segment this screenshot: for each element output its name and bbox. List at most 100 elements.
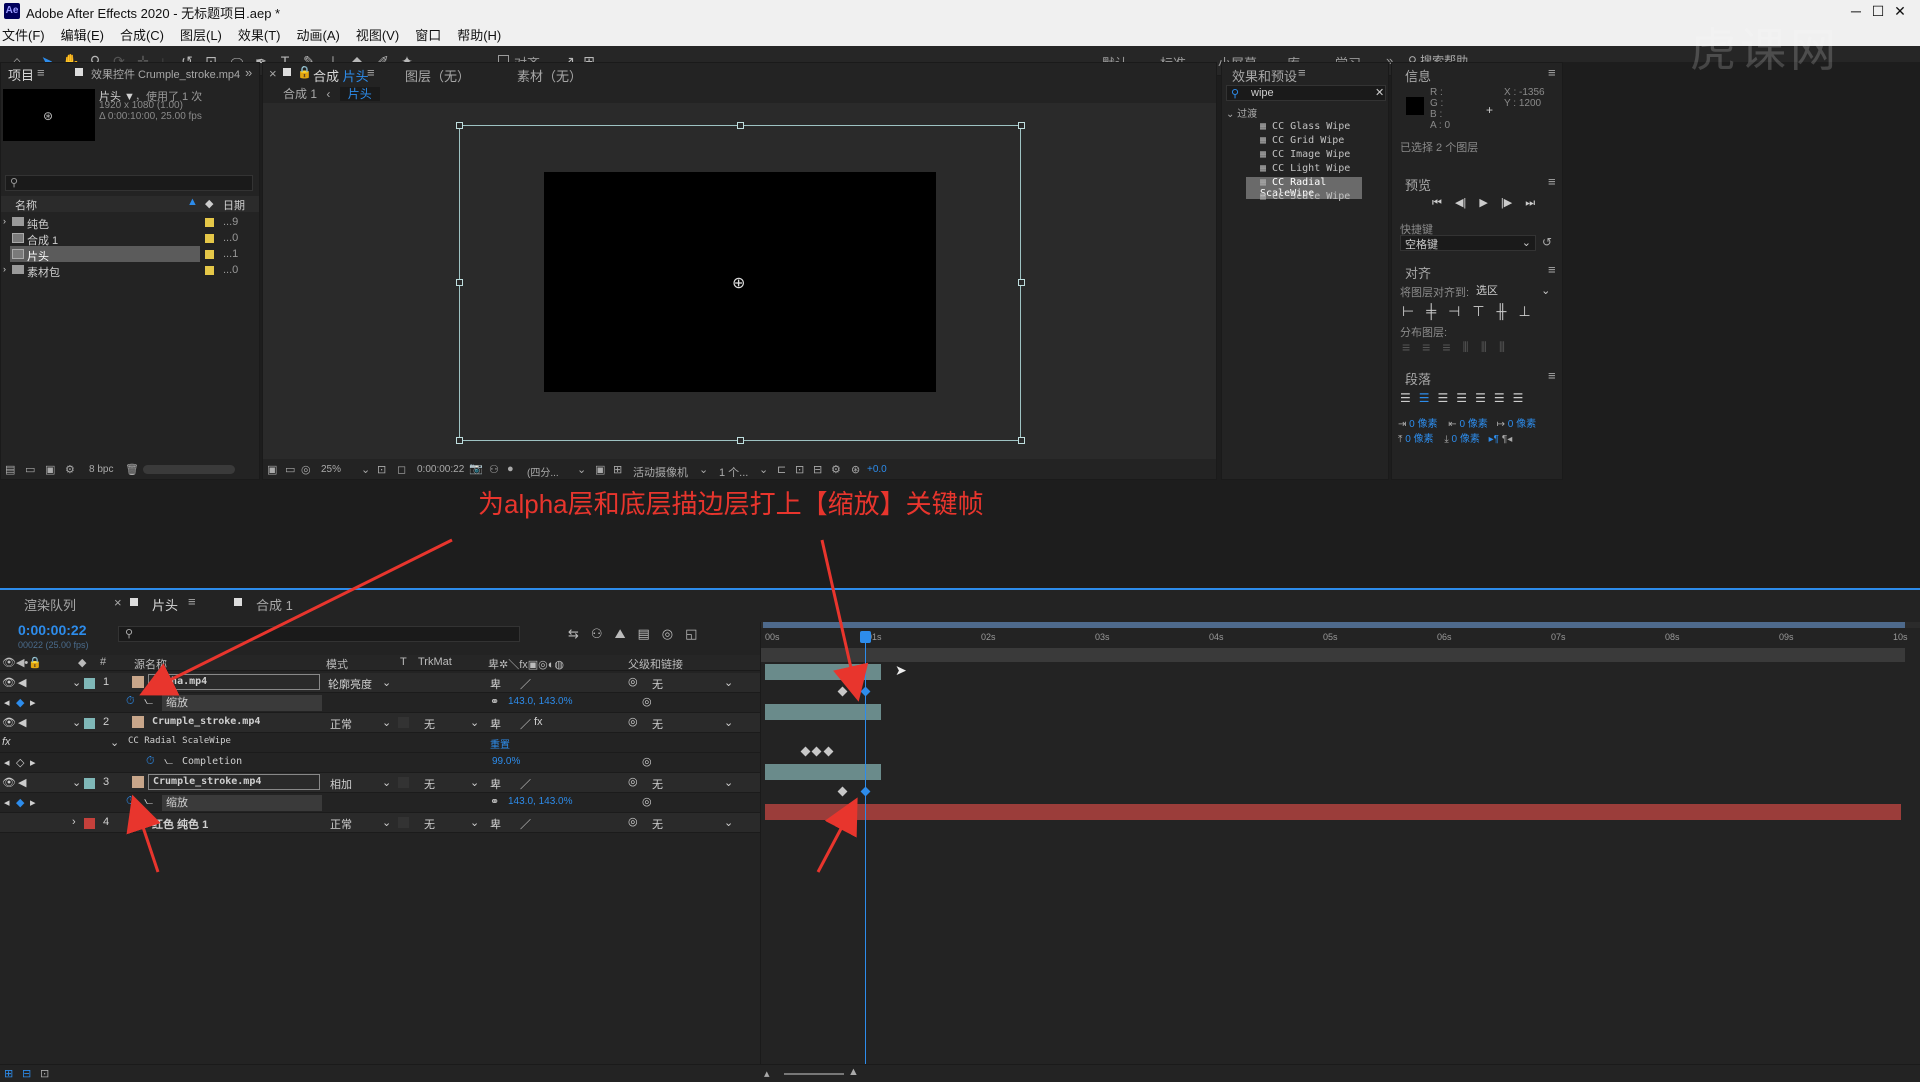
chevron-down-icon[interactable]: ⌄: [699, 463, 708, 476]
shy-layers-icon[interactable]: ⛰: [615, 626, 638, 641]
menu-composition[interactable]: 合成(C): [120, 25, 164, 44]
last-frame-icon[interactable]: ⏭: [1525, 197, 1535, 209]
effect-preset-item[interactable]: ▦ CC Light Wipe: [1260, 163, 1350, 174]
project-item-assets[interactable]: › 素材包 ...0: [1, 262, 259, 281]
sort-ascending-icon[interactable]: ▲: [187, 196, 198, 208]
layer-label-color[interactable]: [84, 718, 95, 729]
property-row-completion[interactable]: ◂ ◇ ▸ ⏱ ⦦ Completion 99.0% ◎: [0, 753, 760, 773]
para-justify-right-icon[interactable]: ☰: [1494, 391, 1513, 405]
blend-mode-dropdown[interactable]: 相加: [330, 776, 352, 792]
rtl-direction-icon[interactable]: ¶◂: [1502, 434, 1512, 445]
stopwatch-icon[interactable]: ⏱: [126, 695, 135, 708]
blend-mode-dropdown[interactable]: 正常: [330, 716, 352, 732]
bbox-handle[interactable]: [456, 122, 463, 129]
timeline-menu-icon[interactable]: ≡: [188, 594, 196, 609]
quality-switch-icon[interactable]: ／: [520, 716, 531, 732]
para-right-icon[interactable]: ☰: [1438, 391, 1457, 405]
indent-first-value[interactable]: 0 像素: [1508, 419, 1536, 430]
zoom-out-icon[interactable]: ▴: [764, 1067, 770, 1080]
bbox-handle[interactable]: [737, 437, 744, 444]
layer-search-input[interactable]: ⚲: [118, 626, 520, 642]
constrain-proportions-icon[interactable]: ⚭: [490, 795, 499, 808]
time-graph[interactable]: 00s 01s 02s 03s 04s 05s 06s 07s 08s 09s …: [760, 622, 1920, 1082]
space-before-px[interactable]: 0 像素: [1405, 434, 1433, 445]
bbox-handle[interactable]: [1018, 437, 1025, 444]
menu-animation[interactable]: 动画(A): [297, 25, 340, 44]
space-before-value[interactable]: 0 像素: [1459, 419, 1487, 430]
av-features-icon[interactable]: 👁◀•🔒: [2, 656, 42, 669]
layer-bar-2[interactable]: [765, 704, 881, 720]
parent-dropdown[interactable]: 无: [652, 676, 663, 692]
para-center-icon[interactable]: ☰: [1419, 391, 1438, 405]
next-keyframe-icon[interactable]: ▸: [30, 756, 36, 769]
column-name[interactable]: 名称: [15, 197, 37, 213]
column-source-name[interactable]: 源名称: [134, 656, 167, 672]
pickwhip-icon[interactable]: ◎: [628, 815, 638, 828]
align-top-icon[interactable]: ⊤: [1472, 303, 1496, 319]
label-color-swatch[interactable]: [205, 250, 214, 259]
comp-mini-flowchart-icon[interactable]: ⇆: [568, 626, 591, 641]
layer-row-4[interactable]: › 4 红色 纯色 1 正常 ⌄ 无 ⌄ 卑 ／ ◎ 无 ⌄: [0, 813, 760, 833]
tab-layer[interactable]: 图层（无）: [405, 66, 470, 85]
layer-name[interactable]: 红色 纯色 1: [152, 816, 208, 832]
para-justify-left-icon[interactable]: ☰: [1456, 391, 1475, 405]
effects-menu-icon[interactable]: ≡: [1298, 65, 1306, 80]
zoom-dropdown[interactable]: 25%: [321, 464, 341, 475]
project-search-input[interactable]: ⚲: [5, 175, 253, 191]
visibility-icon[interactable]: 👁: [2, 776, 16, 789]
panel-overflow-icon[interactable]: »: [245, 65, 252, 80]
visibility-icon[interactable]: 👁: [2, 676, 16, 689]
prev-keyframe-icon[interactable]: ◂: [4, 756, 10, 769]
tab-footage[interactable]: 素材（无）: [517, 66, 582, 85]
comp-timecode[interactable]: 0:00:00:22: [417, 464, 464, 475]
column-date[interactable]: 日期: [223, 197, 245, 213]
lock-icon[interactable]: 🔒: [297, 65, 312, 79]
trash-icon[interactable]: 🗑: [125, 463, 139, 476]
quality-switch-icon[interactable]: ／: [520, 816, 531, 832]
menu-help[interactable]: 帮助(H): [457, 25, 501, 44]
roi-icon[interactable]: ▣: [595, 463, 605, 476]
stopwatch-icon[interactable]: ⏱: [146, 755, 155, 768]
align-title[interactable]: 对齐: [1405, 263, 1431, 282]
layer-bar-3[interactable]: [765, 764, 881, 780]
anchor-point-icon[interactable]: ⊕: [732, 273, 745, 293]
twirl-open-icon[interactable]: ⌄: [72, 776, 81, 789]
constrain-proportions-icon[interactable]: ⚭: [490, 695, 499, 708]
fast-preview-icon[interactable]: ⚙: [831, 463, 841, 476]
resolution-dropdown[interactable]: (四分...: [527, 464, 559, 479]
expression-pickwhip-icon[interactable]: ◎: [642, 695, 652, 708]
layer-row-3[interactable]: 👁 ◀ ⌄ 3 Crumple_stroke.mp4 相加 ⌄ 无 ⌄ 卑 ／ …: [0, 773, 760, 793]
chevron-down-icon[interactable]: ⌄: [759, 463, 768, 476]
graph-icon[interactable]: ⦦: [144, 795, 153, 808]
twirl-open-icon[interactable]: ⌄: [72, 716, 81, 729]
time-ruler[interactable]: 00s 01s 02s 03s 04s 05s 06s 07s 08s 09s …: [761, 630, 1920, 646]
always-preview-icon[interactable]: ▣: [267, 463, 277, 476]
align-left-icon[interactable]: ⊢: [1402, 303, 1426, 319]
prev-keyframe-icon[interactable]: ◂: [4, 796, 10, 809]
camera-dropdown[interactable]: 活动摄像机: [633, 464, 688, 480]
shy-switch-icon[interactable]: 卑: [490, 716, 501, 732]
audio-icon[interactable]: ◀: [18, 716, 26, 729]
pickwhip-icon[interactable]: ◎: [628, 715, 638, 728]
chevron-down-icon[interactable]: ⌄: [577, 463, 586, 476]
pickwhip-icon[interactable]: ◎: [628, 675, 638, 688]
shy-switch-icon[interactable]: 卑: [490, 776, 501, 792]
prev-keyframe-icon[interactable]: ◂: [4, 696, 10, 709]
space-after-px[interactable]: 0 像素: [1452, 434, 1480, 445]
distribute-vcenter-icon[interactable]: ≡: [1422, 339, 1442, 355]
keyframe-scale-3a[interactable]: [837, 786, 848, 797]
property-row-scale-3[interactable]: ◂ ◆ ▸ ⏱ ⦦ 缩放 ⚭ 143.0, 143.0% ◎: [0, 793, 760, 813]
property-name[interactable]: Completion: [182, 756, 242, 767]
para-justify-all-icon[interactable]: ☰: [1513, 391, 1532, 405]
interpret-footage-icon[interactable]: ▤: [5, 463, 15, 476]
bbox-handle[interactable]: [1018, 122, 1025, 129]
menu-layer[interactable]: 图层(L): [180, 25, 222, 44]
trkmat-dropdown[interactable]: 无: [424, 716, 435, 732]
shy-switch-icon[interactable]: 卑: [490, 816, 501, 832]
breadcrumb-comp1[interactable]: 合成 1: [283, 87, 317, 101]
tab-close-icon[interactable]: ×: [269, 66, 277, 81]
effect-preset-item[interactable]: ▦ CC Scale Wipe: [1260, 191, 1350, 202]
column-parent[interactable]: 父级和链接: [628, 656, 683, 672]
menu-view[interactable]: 视图(V): [356, 25, 399, 44]
para-left-icon[interactable]: ☰: [1400, 391, 1419, 405]
